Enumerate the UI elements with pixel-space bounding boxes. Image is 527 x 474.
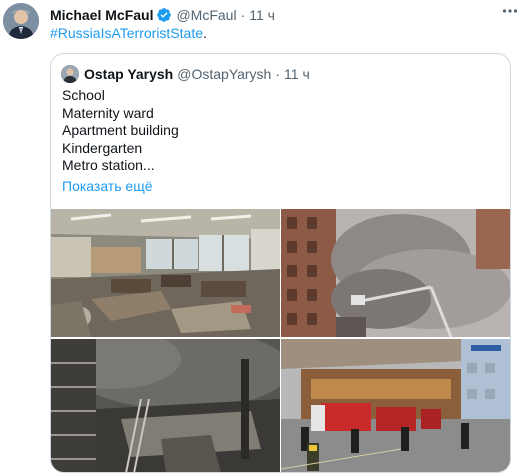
photo-damaged-classroom[interactable]: [51, 209, 280, 337]
show-more-link[interactable]: Показать ещё: [62, 178, 153, 194]
hashtag-link[interactable]: #RussiaIsATerroristState: [50, 25, 203, 41]
photo-fire-trucks[interactable]: [281, 339, 510, 472]
quoted-tweet-header: Ostap Yarysh @OstapYarysh · 11 ч: [61, 65, 310, 83]
quoted-separator-dot: ·: [275, 66, 281, 82]
tweet-header: Michael McFaul @McFaul · 11 ч: [50, 5, 517, 25]
separator-dot: ·: [240, 7, 246, 23]
quoted-tweet-time[interactable]: 11 ч: [284, 66, 310, 82]
quoted-text-line: Apartment building: [62, 122, 179, 139]
quoted-text-line: Metro station...: [62, 157, 155, 174]
more-options-icon[interactable]: [501, 2, 519, 20]
quoted-text-line: School: [62, 87, 105, 103]
quoted-text-line: Maternity ward: [62, 104, 154, 121]
quoted-author-name[interactable]: Ostap Yarysh: [84, 66, 173, 82]
quoted-tweet-text: School Maternity ward Apartment building…: [62, 87, 179, 175]
tweet-text-tail: .: [203, 25, 207, 41]
verified-badge-icon: [156, 7, 172, 23]
photo-burning-building[interactable]: [281, 209, 510, 337]
quoted-author-avatar[interactable]: [61, 65, 79, 83]
quoted-author-handle[interactable]: @OstapYarysh: [177, 66, 271, 82]
tweet-text: #RussiaIsATerroristState.: [50, 25, 207, 41]
photo-collapsed-building[interactable]: [51, 339, 280, 472]
author-avatar[interactable]: [3, 3, 39, 39]
quoted-text-line: Kindergarten: [62, 139, 143, 156]
author-name[interactable]: Michael McFaul: [50, 7, 153, 23]
quoted-tweet[interactable]: Ostap Yarysh @OstapYarysh · 11 ч School …: [50, 53, 511, 473]
media-grid: [51, 209, 510, 472]
author-handle[interactable]: @McFaul: [176, 7, 236, 23]
tweet-time[interactable]: 11 ч: [249, 7, 275, 23]
